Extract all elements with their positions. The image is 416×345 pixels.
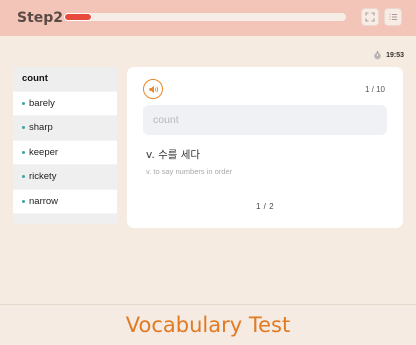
play-audio-button[interactable] xyxy=(143,79,163,99)
timer-value: 19:53 xyxy=(386,52,404,59)
answer-input[interactable] xyxy=(143,105,387,135)
progress-bar-fill xyxy=(64,13,93,21)
question-counter: 1 / 10 xyxy=(364,85,385,94)
word-list-item-barely[interactable]: barely xyxy=(13,92,117,116)
top-bar: Step2 xyxy=(0,0,416,36)
timer: 19:53 xyxy=(373,51,404,60)
word-label: sharp xyxy=(29,122,53,134)
bullet-icon xyxy=(22,175,25,179)
word-list-item-count[interactable]: count xyxy=(13,67,117,92)
app-title: Step2 xyxy=(17,10,64,26)
word-label: rickety xyxy=(29,171,57,183)
word-list-item-rickety[interactable]: rickety xyxy=(13,165,117,190)
bullet-icon xyxy=(22,199,25,203)
page-indicator: 1 / 2 xyxy=(255,202,275,211)
app-window: Step2 19:53 count barely sharp keeper ri… xyxy=(0,0,416,305)
word-list-item-partial[interactable] xyxy=(13,214,117,224)
word-label: keeper xyxy=(29,146,59,158)
progress-bar xyxy=(64,13,346,21)
word-list-item-keeper[interactable]: keeper xyxy=(13,141,117,165)
word-list: count barely sharp keeper rickety narrow xyxy=(13,67,117,224)
word-label: barely xyxy=(29,97,55,109)
fullscreen-icon xyxy=(365,12,375,22)
bullet-icon xyxy=(22,126,25,130)
speaker-icon xyxy=(148,85,158,93)
list-icon xyxy=(389,13,397,21)
question-card: 1 / 10 v. 수를 세다 v. to say numbers in ord… xyxy=(127,67,403,228)
word-list-item-sharp[interactable]: sharp xyxy=(13,116,117,141)
word-definition: v. to say numbers in order xyxy=(146,167,233,176)
word-label: count xyxy=(22,73,48,85)
stopwatch-icon xyxy=(374,51,381,60)
word-label: narrow xyxy=(29,195,59,207)
word-meaning: v. 수를 세다 xyxy=(146,149,201,161)
menu-button[interactable] xyxy=(384,8,402,26)
caption-title: Vocabulary Test xyxy=(125,313,291,337)
bullet-icon xyxy=(22,150,25,154)
fullscreen-button[interactable] xyxy=(361,8,379,26)
word-list-item-narrow[interactable]: narrow xyxy=(13,190,117,214)
bullet-icon xyxy=(22,101,25,105)
